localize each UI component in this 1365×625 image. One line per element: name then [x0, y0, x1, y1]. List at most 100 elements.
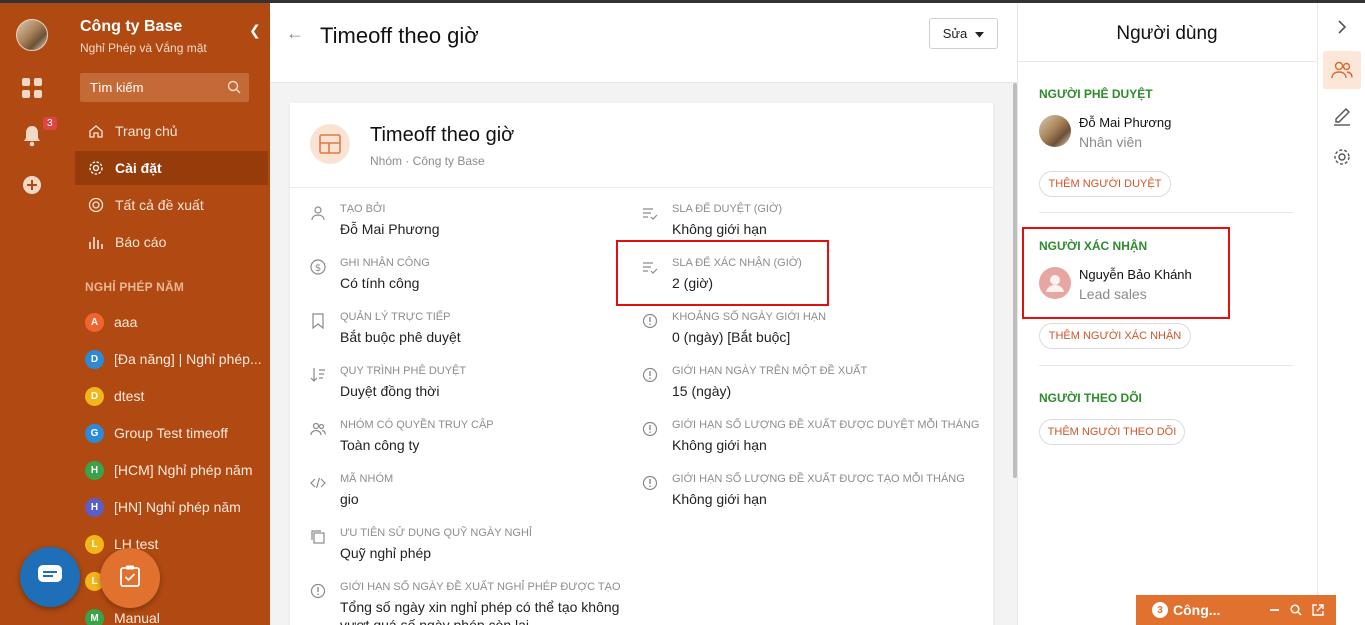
field-value: Đỗ Mai Phương [340, 221, 440, 237]
users-icon [310, 421, 326, 437]
user-role: Nhân viên [1079, 134, 1143, 150]
group-avatar: L [85, 534, 104, 554]
card-header: Timeoff theo giờ Nhóm · Công ty Base [290, 103, 993, 188]
group-item[interactable]: H [HCM] Nghỉ phép năm [85, 459, 253, 481]
main-content: ← Timeoff theo giờ Sửa Timeoff theo giờ … [270, 3, 1017, 625]
nav-settings[interactable]: Cài đặt [75, 151, 268, 185]
users-tab-icon[interactable] [1323, 51, 1361, 89]
chat-bar[interactable]: 3 Công... [1136, 595, 1336, 625]
popout-icon[interactable] [1312, 603, 1324, 619]
avatar [1039, 115, 1071, 147]
group-label: aaa [114, 314, 138, 330]
nav-home[interactable]: Trang chủ [75, 114, 268, 148]
top-border [0, 0, 1365, 3]
search-input[interactable]: Tìm kiếm [80, 73, 249, 102]
nav-label: Cài đặt [115, 160, 162, 176]
add-confirmer-button[interactable]: Thêm người xác nhận [1039, 323, 1191, 349]
field-label: Ghi nhận công [340, 257, 430, 269]
field-value: Tổng số ngày xin nghỉ phép có thể tạo kh… [340, 599, 620, 625]
company-name[interactable]: Công ty Base [80, 18, 182, 36]
code-icon [310, 475, 326, 491]
section-heading: NGHỈ PHÉP NĂM [85, 280, 185, 294]
panel-title: Người dùng [1116, 23, 1218, 44]
nav-reports[interactable]: Báo cáo [75, 225, 268, 259]
minimize-icon[interactable] [1269, 603, 1280, 619]
caret-down-icon [975, 26, 985, 41]
group-detail-card: Timeoff theo giờ Nhóm · Công ty Base Tạo… [290, 103, 993, 625]
bell-icon[interactable] [20, 124, 44, 148]
add-circle-icon[interactable] [20, 173, 44, 197]
field-value: Không giới hạn [672, 221, 767, 237]
notification-badge: 3 [43, 117, 57, 130]
sort-icon [310, 367, 326, 383]
field-label: Ưu tiên sử dụng quỹ ngày nghỉ [340, 527, 532, 539]
nav-all-requests[interactable]: Tất cả đề xuất [75, 188, 268, 222]
field-value: Không giới hạn [672, 491, 767, 507]
chevron-right-icon[interactable] [1330, 15, 1354, 39]
followers-heading: Người theo dõi [1039, 391, 1142, 405]
field-value: Không giới hạn [672, 437, 767, 453]
card-title: Timeoff theo giờ [370, 124, 515, 146]
user-name: Đỗ Mai Phương [1079, 115, 1172, 130]
alert-icon [642, 475, 658, 491]
apps-grid-icon[interactable] [20, 76, 44, 100]
group-item[interactable]: G Group Test timeoff [85, 422, 228, 444]
field-label: Nhóm có quyền truy cập [340, 419, 494, 431]
user-avatar[interactable] [16, 19, 48, 51]
field-label: SLA để duyệt (giờ) [672, 203, 783, 215]
user-icon [310, 205, 326, 221]
field-value: Bắt buộc phê duyệt [340, 329, 461, 345]
group-label: dtest [114, 388, 145, 404]
back-arrow-icon[interactable]: ← [286, 23, 304, 44]
app-subtitle: Nghỉ Phép và Vắng mặt [80, 41, 207, 55]
task-fab-button[interactable] [100, 548, 160, 608]
group-avatar: M [85, 608, 104, 625]
field-label: Giới hạn số lượng đề xuất được duyệt mỗi… [672, 419, 980, 431]
collapse-sidebar-icon[interactable]: ❮ [249, 22, 261, 39]
alert-icon [310, 583, 326, 599]
nav-label: Tất cả đề xuất [115, 197, 204, 213]
field-label: Quy trình phê duyệt [340, 365, 467, 377]
bookmark-icon [310, 313, 326, 330]
search-icon[interactable] [227, 80, 241, 97]
add-approver-button[interactable]: Thêm người duyệt [1039, 171, 1171, 197]
group-item[interactable]: Ddtest [85, 385, 144, 407]
divider [1039, 365, 1293, 366]
group-avatar: A [85, 312, 104, 332]
layout-icon [310, 124, 350, 164]
field-label: Giới hạn ngày trên một đề xuất [672, 365, 868, 377]
group-avatar: G [85, 423, 104, 443]
group-avatar: H [85, 460, 104, 480]
home-icon [88, 123, 104, 139]
group-label: Group Test timeoff [114, 425, 228, 441]
field-value: gio [340, 491, 359, 507]
field-label: Khoảng số ngày giới hạn [672, 311, 827, 323]
group-item[interactable]: H [HN] Nghỉ phép năm [85, 496, 241, 518]
clipboard-check-icon [119, 564, 141, 593]
highlight-box-sla [616, 240, 829, 306]
chat-bubble-icon [37, 564, 63, 591]
nav-label: Trang chủ [115, 123, 178, 139]
highlight-box-confirmer [1022, 227, 1230, 319]
add-follower-button[interactable]: Thêm người theo dõi [1039, 419, 1185, 445]
group-item[interactable]: Aaaa [85, 311, 137, 333]
divider [1018, 61, 1316, 62]
group-item[interactable]: M Manual [85, 607, 160, 625]
field-value: Có tính công [340, 275, 420, 291]
group-avatar: H [85, 497, 104, 517]
chat-fab-button[interactable] [20, 547, 80, 607]
field-label: Quản lý trực tiếp [340, 311, 451, 323]
field-label: Giới hạn số ngày đề xuất nghỉ phép được … [340, 581, 621, 593]
edit-button[interactable]: Sửa [929, 18, 998, 49]
group-avatar: D [85, 349, 104, 369]
group-item[interactable]: D [Đa năng] | Nghỉ phép... [85, 348, 262, 370]
sidebar: Công ty Base Nghỉ Phép và Vắng mặt ❮ Tìm… [65, 3, 270, 625]
chat-count-badge: 3 [1152, 602, 1168, 618]
alert-icon [642, 367, 658, 383]
search-icon[interactable] [1290, 603, 1302, 619]
gear-icon[interactable] [1330, 145, 1354, 169]
divider [1039, 212, 1293, 213]
pencil-icon[interactable] [1330, 104, 1354, 128]
copy-icon [310, 529, 326, 545]
nav-label: Báo cáo [115, 234, 167, 250]
